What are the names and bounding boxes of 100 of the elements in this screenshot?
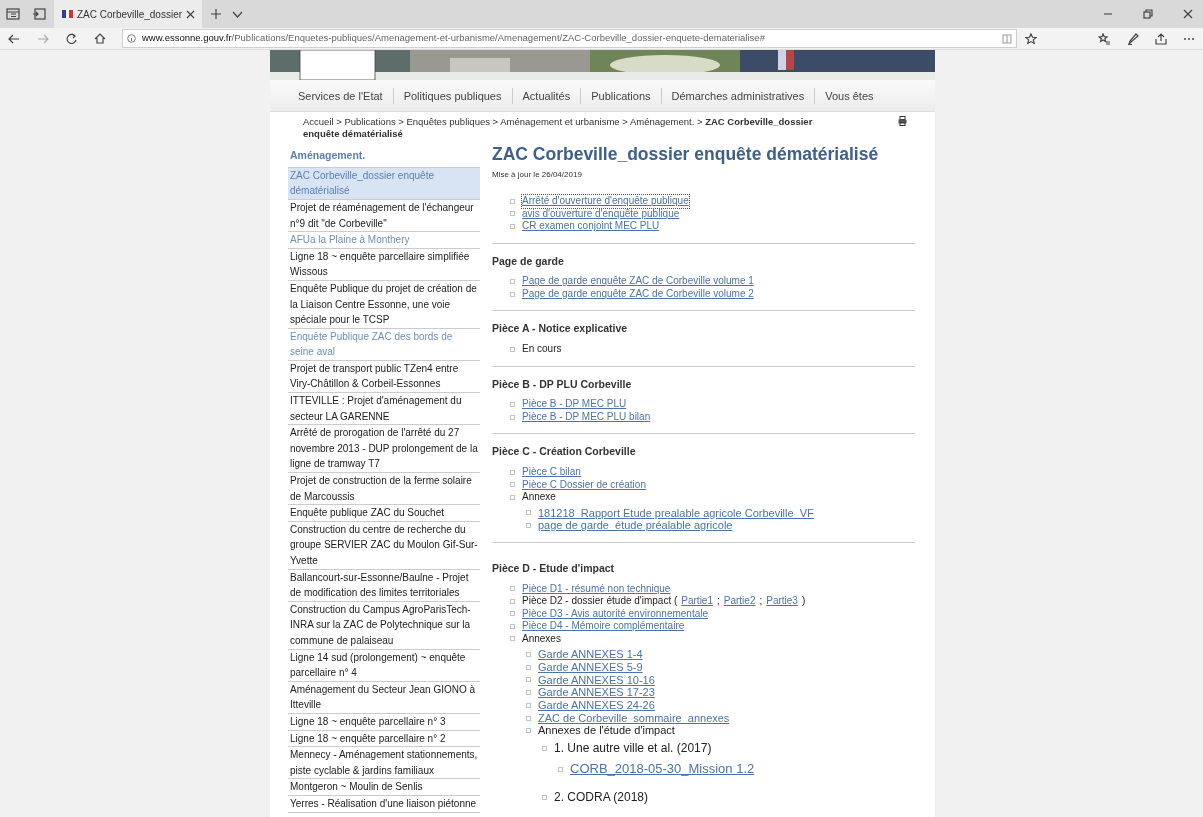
document-link[interactable]: Page de garde enquête ZAC de Corbeville volume 1 bbox=[522, 275, 754, 288]
sidebar-link[interactable]: Ligne 18 ~ enquête parcellaire n° 3 bbox=[288, 713, 480, 731]
nav-link[interactable]: Publications bbox=[580, 87, 661, 104]
sidebar-link[interactable]: Ballancourt-sur-Essonne/Baulne - Projet de modification des limites territoriales bbox=[288, 569, 480, 602]
document-link[interactable]: Arrêté d'ouverture d'enquête publique bbox=[522, 195, 689, 208]
sidebar-link[interactable]: AFUa la Plaine à Monthery bbox=[288, 232, 480, 249]
document-link[interactable]: Partie2 bbox=[723, 595, 756, 608]
close-icon[interactable] bbox=[1183, 9, 1193, 19]
document-link[interactable]: Pièce D1 - résumé non technique bbox=[522, 582, 671, 596]
share-icon[interactable] bbox=[1155, 32, 1167, 45]
document-link[interactable]: page de garde_étude préalable agricole bbox=[538, 519, 733, 532]
bullet-icon bbox=[510, 482, 515, 488]
new-tab-icon[interactable] bbox=[210, 8, 222, 20]
info-icon bbox=[127, 34, 136, 43]
bullet-icon bbox=[510, 586, 515, 592]
document-link[interactable]: Pièce D4 - Mémoire complémentaire bbox=[522, 620, 685, 633]
sidebar-link[interactable]: Ligne 18 ~ enquête parcellaire n° 2 bbox=[288, 730, 480, 748]
document-link[interactable]: Pièce B - DP MEC PLU bilan bbox=[522, 410, 651, 424]
bullet-icon bbox=[526, 715, 531, 721]
bullet-icon bbox=[526, 523, 531, 529]
document-link[interactable]: Garde ANNEXES 5-9 bbox=[538, 660, 643, 674]
sidebar-link[interactable]: Enquête Publique du projet de création de la Liaison Centre Essonne, une voie spéciale pour le TCSP bbox=[288, 280, 480, 329]
sidebar-link[interactable]: Projet de réaménagement de l'échangeur n°9 dit "de Corbeville" bbox=[288, 199, 480, 233]
more-icon[interactable] bbox=[1183, 36, 1195, 41]
sidebar-link[interactable]: Projet de construction de la ferme solaire de Marcoussis bbox=[288, 473, 480, 506]
sidebar-link[interactable]: Enquête publique ZAC du Souchet bbox=[288, 505, 480, 522]
home-icon[interactable] bbox=[94, 33, 106, 44]
document-link[interactable]: avis d'ouverture d'enquête publique bbox=[522, 207, 680, 220]
browser-tab[interactable]: ZAC Corbeville_dossier bbox=[54, 0, 202, 28]
section-heading: Pièce B - DP PLU Corbeville bbox=[492, 376, 633, 392]
sidebar-link[interactable]: Arrêté de prorogation de l'arrêté du 27 novembre 2013 - DUP prolongement de la ligne de tramway T7 bbox=[288, 425, 480, 474]
sidebar-link[interactable]: Ligne 18 ~ enquête parcellaire simplifiée Wissous bbox=[288, 248, 480, 281]
sidebar-link[interactable]: ITTEVILLE : Projet d'aménagement du secteur LA GARENNE bbox=[288, 393, 480, 426]
tab-list-icon[interactable] bbox=[6, 8, 20, 20]
bullet-icon bbox=[542, 794, 547, 800]
close-icon[interactable] bbox=[186, 9, 196, 19]
sidebar-link[interactable]: Montgeron ~ Moulin de Senlis bbox=[288, 779, 480, 796]
document-link[interactable]: Garde ANNEXES 24-26 bbox=[538, 698, 655, 712]
bullet-icon bbox=[510, 211, 515, 217]
bullet-icon bbox=[526, 677, 531, 683]
favorites-icon[interactable] bbox=[1098, 32, 1111, 45]
flag-icon bbox=[62, 10, 73, 18]
bullet-icon bbox=[510, 469, 515, 475]
page-title: ZAC Corbeville_dossier enquête dématérialisé bbox=[492, 144, 880, 165]
document-link[interactable]: Pièce B - DP MEC PLU bbox=[522, 398, 627, 411]
document-link[interactable]: CR examen conjoint MEC PLU bbox=[522, 220, 660, 233]
nav-link[interactable]: Démarches administratives bbox=[660, 87, 815, 104]
sidebar-link[interactable]: Aménagement du Secteur Jean GIONO à Itteville bbox=[288, 681, 480, 714]
bullet-icon bbox=[510, 636, 515, 642]
back-icon[interactable] bbox=[8, 33, 20, 44]
sidebar-link[interactable]: Enquête Publique ZAC des bords de seine aval bbox=[288, 328, 480, 361]
bullet-icon bbox=[526, 690, 531, 696]
restore-icon[interactable] bbox=[1143, 9, 1153, 19]
item-text: En cours bbox=[522, 343, 562, 356]
bullet-icon bbox=[510, 402, 515, 407]
refresh-icon[interactable] bbox=[66, 32, 77, 45]
pen-icon[interactable] bbox=[1127, 32, 1139, 45]
sidebar-link[interactable]: Projet de transport public TZen4 entre Viry-Châtillon & Corbeil-Essonnes bbox=[288, 360, 480, 394]
print-icon[interactable] bbox=[898, 116, 907, 126]
tab-aside-icon[interactable] bbox=[32, 8, 46, 20]
item-text: ) bbox=[801, 595, 806, 608]
star-icon[interactable] bbox=[1025, 32, 1037, 45]
sidebar-link[interactable]: Mennecy - Aménagement stationnements, piste cyclable & jardins familiaux bbox=[288, 747, 480, 780]
bullet-icon bbox=[510, 414, 515, 420]
bullet-icon bbox=[510, 623, 515, 629]
document-link[interactable]: 181218_Rapport Etude prealable agricole Corbeville_VF bbox=[538, 506, 814, 520]
document-link[interactable]: Garde ANNEXES 10-16 bbox=[538, 673, 655, 687]
document-link[interactable]: Pièce D3 - Avis autorité environnementale bbox=[522, 607, 709, 621]
sidebar-link[interactable]: ZAC Corbeville_dossier enquête dématérialisé bbox=[288, 167, 480, 200]
document-link[interactable]: CORB_2018-05-30_Mission 1.2 bbox=[570, 759, 755, 780]
sidebar-link[interactable]: Construction du Campus AgroParisTech-INRA sur la ZAC de Polytechnique sur la commune de palaiseau bbox=[288, 601, 480, 650]
document-link[interactable]: Page de garde enquête ZAC de Corbeville volume 2 bbox=[522, 287, 754, 301]
bullet-icon bbox=[510, 346, 515, 352]
bullet-icon bbox=[526, 702, 531, 708]
nav-link[interactable]: Services de l'Etat bbox=[288, 87, 393, 104]
breadcrumb: Accueil > Publications > Enquêtes publiques > Aménagement et urbanisme > Aménagement. > ZAC Corbeville_dossier enquête dématérialisé bbox=[303, 116, 814, 140]
nav-link[interactable]: Politiques publiques bbox=[392, 87, 512, 104]
sidebar-link[interactable]: Ligne 14 sud (prolongement) ~ enquête parcellaire n° 4 bbox=[288, 649, 480, 682]
bullet-icon bbox=[510, 198, 515, 204]
document-link[interactable]: Pièce C bilan bbox=[522, 466, 581, 479]
sidebar-link[interactable]: Yerres - Réalisation d'une liaison piétonne bbox=[288, 795, 480, 813]
sidebar-link[interactable]: Construction du centre de recherche du groupe SERVIER ZAC du Moulon Gif-Sur-Yvette bbox=[288, 521, 480, 570]
bullet-icon bbox=[526, 728, 531, 734]
nav-link[interactable]: Actualités bbox=[511, 87, 581, 104]
document-link[interactable]: Partie3 bbox=[766, 595, 798, 608]
document-link[interactable]: Pièce C Dossier de création bbox=[522, 478, 646, 491]
item-text: Annexe bbox=[522, 491, 556, 504]
section-heading: Pièce C - Création Corbeville bbox=[492, 444, 637, 460]
address-bar[interactable]: www.essonne.gouv.fr/Publications/Enquetes-publiques/Amenagement-et-urbanisme/Amenagement/ZAC-Corbeville_dossier-enquete-dematerialise# bbox=[122, 29, 1017, 48]
bullet-icon bbox=[510, 291, 515, 297]
document-link[interactable]: Garde ANNEXES 17-23 bbox=[538, 686, 655, 699]
chevron-down-icon[interactable] bbox=[232, 10, 243, 18]
sidebar-heading: Aménagement. bbox=[288, 144, 480, 168]
document-link[interactable]: ZAC de Corbeville_sommaire_annexes bbox=[538, 711, 730, 725]
item-text: 2. CODRA (2018) bbox=[554, 789, 649, 806]
bullet-icon bbox=[542, 745, 547, 751]
nav-link[interactable]: Vous êtes bbox=[814, 87, 884, 104]
item-text: Annexes de l'étude d'impact bbox=[538, 724, 675, 738]
document-link[interactable]: Partie1 bbox=[681, 595, 713, 608]
document-link[interactable]: Garde ANNEXES 1-4 bbox=[538, 648, 643, 661]
